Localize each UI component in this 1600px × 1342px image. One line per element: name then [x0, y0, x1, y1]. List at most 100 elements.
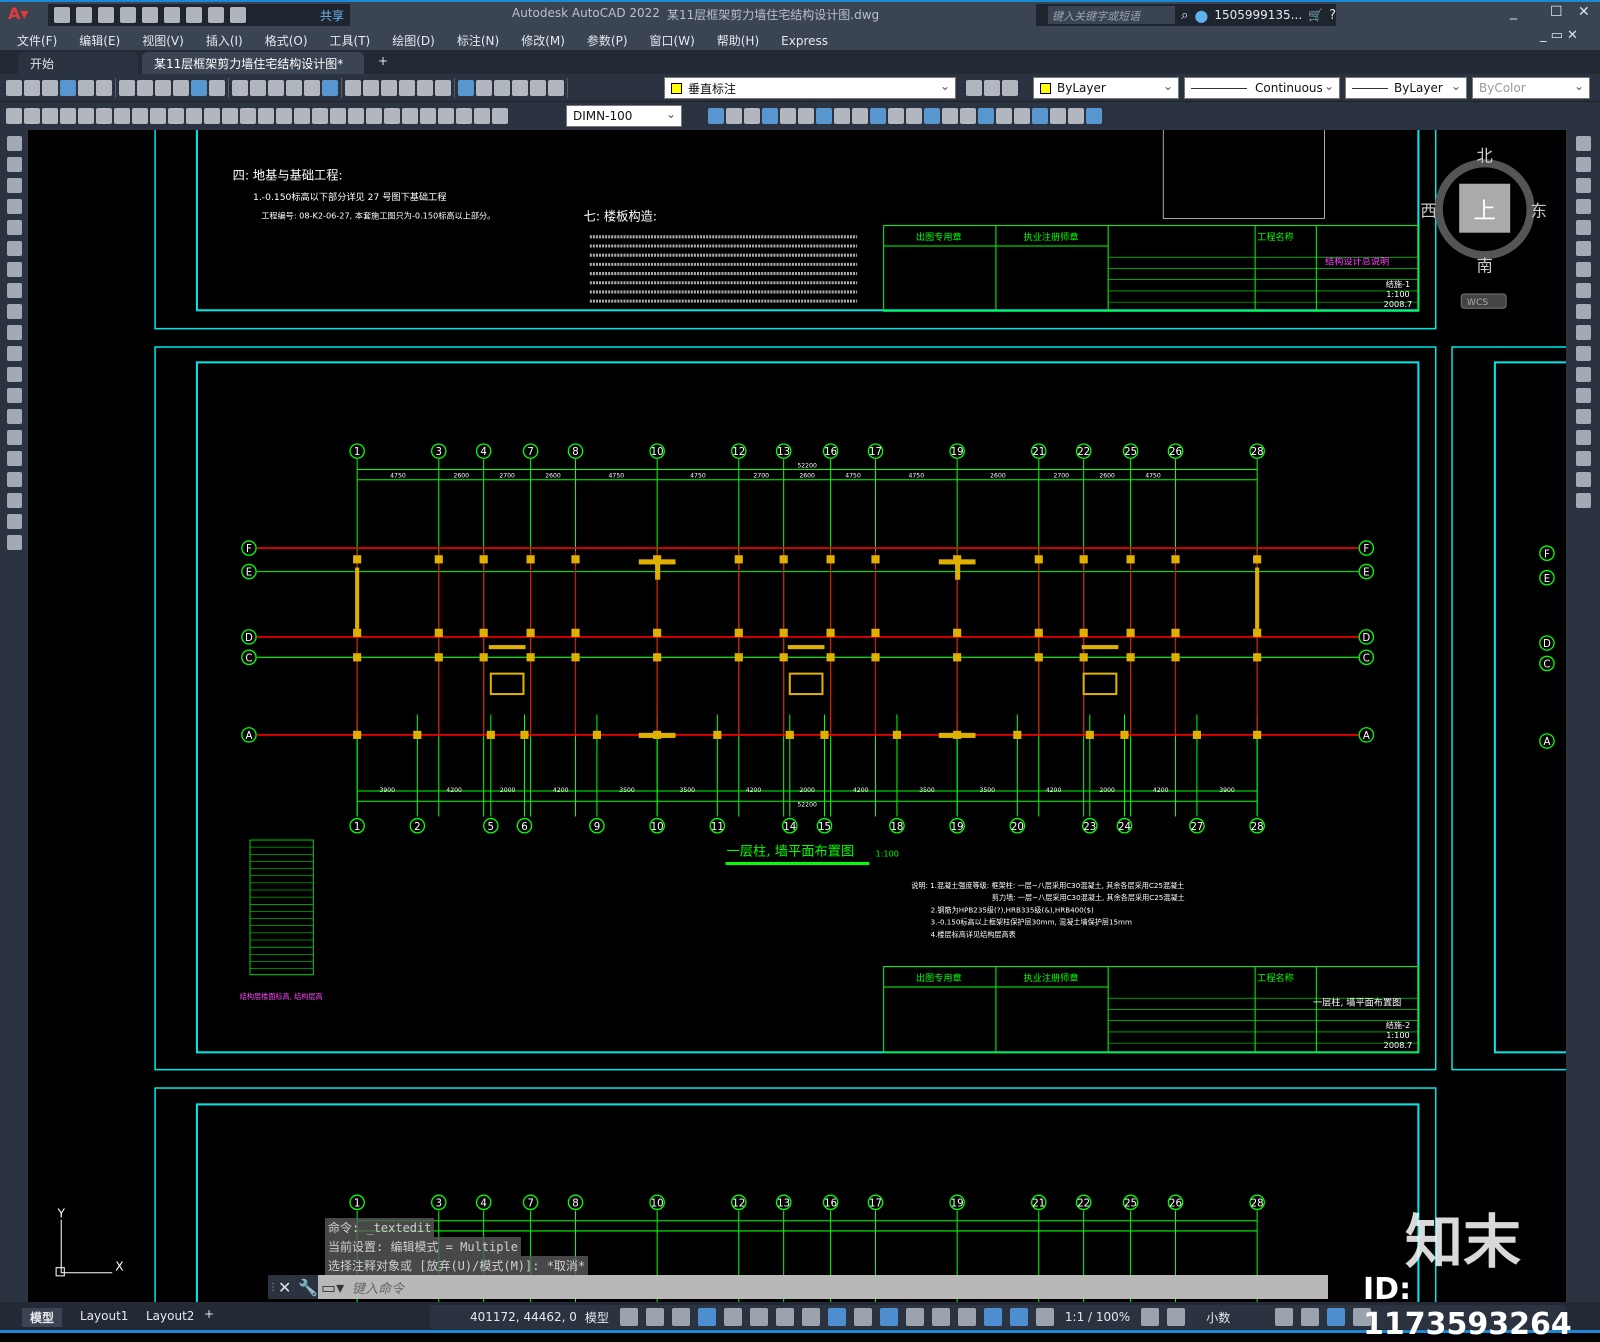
break-point-icon[interactable]: [1575, 367, 1591, 382]
chamfer-icon[interactable]: [1575, 430, 1591, 445]
dimension-tool-icon[interactable]: [78, 108, 94, 124]
open-icon[interactable]: [76, 7, 92, 23]
mtext-icon[interactable]: [6, 514, 22, 529]
polar-icon[interactable]: [749, 1308, 768, 1326]
arc-icon[interactable]: [6, 241, 22, 256]
dimension-tool-icon[interactable]: [402, 108, 418, 124]
lineweight-icon[interactable]: [853, 1308, 872, 1326]
toolbar-icon[interactable]: [42, 80, 58, 96]
units-dropdown[interactable]: 小数: [1206, 1309, 1230, 1326]
ucs-icon[interactable]: [957, 1308, 976, 1326]
dimension-tool-icon[interactable]: [186, 108, 202, 124]
erase-icon[interactable]: [1575, 136, 1591, 151]
workspace-gear-icon[interactable]: [1141, 1308, 1160, 1326]
modify-tool-icon[interactable]: [1050, 108, 1066, 124]
join-icon[interactable]: [1575, 409, 1591, 424]
tab-layout2[interactable]: Layout2: [138, 1308, 202, 1324]
modify-tool-icon[interactable]: [780, 108, 796, 124]
plotstyle-dropdown[interactable]: ByColor: [1472, 77, 1590, 99]
new-icon[interactable]: [54, 7, 70, 23]
toolbar-icon[interactable]: [155, 80, 171, 96]
menu-item[interactable]: 窗口(W): [650, 32, 695, 49]
isodraft-icon[interactable]: [775, 1308, 794, 1326]
dimension-tool-icon[interactable]: [438, 108, 454, 124]
modify-tool-icon[interactable]: [1068, 108, 1084, 124]
infer-constraints-icon[interactable]: [671, 1308, 690, 1326]
menu-item[interactable]: 格式(O): [265, 32, 308, 49]
move-icon[interactable]: [1575, 241, 1591, 256]
dimension-tool-icon[interactable]: [168, 108, 184, 124]
point-icon[interactable]: [6, 409, 22, 424]
dimension-tool-icon[interactable]: [42, 108, 58, 124]
layer-tool-icon[interactable]: [1002, 80, 1018, 96]
modify-tool-icon[interactable]: [1014, 108, 1030, 124]
modify-tool-icon[interactable]: [996, 108, 1012, 124]
toolbar-icon[interactable]: [435, 80, 451, 96]
model-space-toggle[interactable]: 模型: [585, 1309, 609, 1326]
modify-tool-icon[interactable]: [834, 108, 850, 124]
object-snap-tracking-icon[interactable]: [801, 1308, 820, 1326]
toolbar-icon[interactable]: [250, 80, 266, 96]
dimension-tool-icon[interactable]: [114, 108, 130, 124]
region-icon[interactable]: [6, 472, 22, 487]
command-input[interactable]: 键入命令: [344, 1275, 1328, 1299]
dimstyle-dropdown[interactable]: DIMN-100: [566, 105, 682, 127]
toolbar-icon[interactable]: [363, 80, 379, 96]
stretch-icon[interactable]: [1575, 304, 1591, 319]
fillet-icon[interactable]: [1575, 451, 1591, 466]
customize-wrench-icon[interactable]: 🔧: [298, 1278, 318, 1297]
menu-item[interactable]: 绘图(D): [392, 32, 435, 49]
minimize-button[interactable]: _: [1510, 4, 1517, 20]
circle-icon[interactable]: [6, 262, 22, 277]
linetype-dropdown[interactable]: Continuous: [1184, 77, 1340, 99]
add-layout-button[interactable]: +: [204, 1307, 214, 1321]
save-as-icon[interactable]: [120, 7, 136, 23]
toolbar-icon[interactable]: [381, 80, 397, 96]
layer-tool-icon[interactable]: [984, 80, 1000, 96]
toolbar-icon[interactable]: [476, 80, 492, 96]
modify-tool-icon[interactable]: [978, 108, 994, 124]
hatch-icon[interactable]: [6, 430, 22, 445]
gizmo-icon[interactable]: [983, 1308, 1002, 1326]
toolbar-icon[interactable]: [173, 80, 189, 96]
toolbar-icon[interactable]: [60, 80, 76, 96]
table-icon[interactable]: [6, 493, 22, 508]
modify-tool-icon[interactable]: [942, 108, 958, 124]
menu-item[interactable]: Express: [781, 34, 828, 48]
grip-handle[interactable]: ⋮: [268, 1282, 278, 1293]
dimension-tool-icon[interactable]: [348, 108, 364, 124]
extend-icon[interactable]: [1575, 346, 1591, 361]
redo-icon[interactable]: [230, 7, 246, 23]
toolbar-icon[interactable]: [24, 80, 40, 96]
toolbar-icon[interactable]: [78, 80, 94, 96]
undo-icon[interactable]: [208, 7, 224, 23]
user-account[interactable]: 1505999135...: [1214, 8, 1302, 22]
mirror-icon[interactable]: [1575, 178, 1591, 193]
tab-start[interactable]: 开始: [18, 52, 138, 74]
rotate-icon[interactable]: [1575, 262, 1591, 277]
toolbar-icon[interactable]: [286, 80, 302, 96]
grid-icon[interactable]: [619, 1308, 638, 1326]
new-tab-button[interactable]: +: [378, 54, 388, 68]
save-icon[interactable]: [98, 7, 114, 23]
dimension-tool-icon[interactable]: [492, 108, 508, 124]
lineweight-dropdown[interactable]: ByLayer: [1345, 77, 1467, 99]
polygon-icon[interactable]: [6, 199, 22, 214]
modify-tool-icon[interactable]: [870, 108, 886, 124]
spline-icon[interactable]: [6, 304, 22, 319]
toolbar-icon[interactable]: [530, 80, 546, 96]
modify-tool-icon[interactable]: [960, 108, 976, 124]
dimension-tool-icon[interactable]: [420, 108, 436, 124]
dimension-tool-icon[interactable]: [474, 108, 490, 124]
menu-item[interactable]: 标注(N): [457, 32, 499, 49]
dimension-tool-icon[interactable]: [258, 108, 274, 124]
modify-tool-icon[interactable]: [1032, 108, 1048, 124]
break-icon[interactable]: [1575, 388, 1591, 403]
blend-icon[interactable]: [1575, 472, 1591, 487]
maximize-button[interactable]: ☐: [1550, 4, 1563, 20]
toolbar-icon[interactable]: [417, 80, 433, 96]
menu-item[interactable]: 编辑(E): [79, 32, 120, 49]
dimension-tool-icon[interactable]: [456, 108, 472, 124]
ortho-icon[interactable]: [723, 1308, 742, 1326]
search-icon[interactable]: ⌕: [1181, 8, 1188, 23]
